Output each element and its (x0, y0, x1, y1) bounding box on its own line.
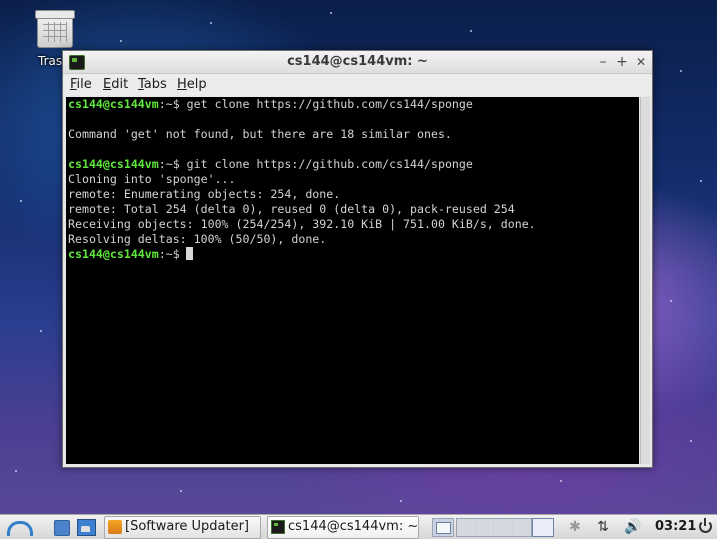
star (560, 480, 562, 482)
task-software-updater[interactable]: [Software Updater] (104, 516, 261, 539)
menu-file[interactable]: File (70, 77, 92, 92)
network-icon[interactable]: ⇅ (594, 518, 612, 536)
terminal-line: cs144@cs144vm:~$ git clone https://githu… (68, 157, 473, 172)
terminal-line: Cloning into 'sponge'... (68, 172, 236, 186)
task-label: [Software Updater] (125, 519, 250, 534)
task-terminal[interactable]: cs144@cs144vm: ~ (267, 516, 419, 539)
command-text: git clone https://github.com/cs144/spong… (179, 157, 473, 171)
star (670, 300, 672, 302)
desktop-icon (77, 519, 96, 536)
clock[interactable]: 03:21 (655, 519, 696, 534)
folder-icon (54, 520, 70, 536)
file-manager-button[interactable] (52, 517, 70, 537)
terminal-line: Resolving deltas: 100% (50/50), done. (68, 232, 327, 246)
desktop-icon-label: Tras (38, 54, 63, 68)
minimize-button[interactable]: – (594, 52, 612, 72)
menu-tabs[interactable]: Tabs (138, 77, 167, 92)
star (20, 200, 22, 202)
star (180, 490, 182, 492)
window-titlebar[interactable]: cs144@cs144vm: ~ – + ✕ (63, 51, 652, 74)
star (470, 30, 472, 32)
terminal-line: cs144@cs144vm:~$ (68, 247, 193, 262)
terminal-icon (271, 520, 285, 534)
terminal-line: Command 'get' not found, but there are 1… (68, 127, 452, 141)
prompt-path: :~$ (158, 97, 180, 111)
prompt-user: cs144@cs144vm (68, 247, 159, 261)
taskbar: [Software Updater] cs144@cs144vm: ~ ✱ ⇅ … (0, 514, 717, 539)
terminal-scrollbar[interactable] (640, 97, 650, 464)
star (330, 12, 332, 14)
prompt-user: cs144@cs144vm (68, 157, 159, 171)
trash-icon (35, 10, 75, 48)
workspace-active[interactable] (532, 518, 554, 537)
terminal-line: remote: Enumerating objects: 254, done. (68, 187, 341, 201)
close-button[interactable]: ✕ (632, 52, 650, 72)
terminal-line: remote: Total 254 (delta 0), reused 0 (d… (68, 202, 515, 216)
maximize-button[interactable]: + (613, 52, 631, 72)
show-desktop-button[interactable] (76, 517, 96, 537)
terminal-window[interactable]: cs144@cs144vm: ~ – + ✕ File Edit Tabs He… (62, 50, 653, 468)
terminal-line: cs144@cs144vm:~$ get clone https://githu… (68, 97, 473, 112)
menu-help[interactable]: Help (177, 77, 207, 92)
window-title: cs144@cs144vm: ~ (287, 54, 428, 69)
terminal-line: Receiving objects: 100% (254/254), 392.1… (68, 217, 536, 231)
star (15, 470, 17, 472)
workspace-pager[interactable] (456, 518, 532, 537)
task-label: cs144@cs144vm: ~ (288, 519, 419, 534)
lubuntu-logo-icon (7, 521, 33, 536)
star (680, 70, 682, 72)
logout-button[interactable] (697, 518, 713, 534)
star (40, 330, 42, 332)
command-text: get clone https://github.com/cs144/spong… (179, 97, 473, 111)
software-updater-icon (108, 520, 122, 534)
menu-bar: File Edit Tabs Help (63, 74, 652, 95)
star (210, 22, 212, 24)
star (400, 500, 402, 502)
text-cursor (185, 247, 193, 260)
workspace-1[interactable] (432, 518, 454, 537)
menu-edit[interactable]: Edit (103, 77, 128, 92)
start-menu-button[interactable] (4, 517, 33, 537)
volume-icon[interactable]: 🔊 (624, 518, 642, 536)
star (690, 440, 692, 442)
terminal-output[interactable]: cs144@cs144vm:~$ get clone https://githu… (66, 97, 639, 464)
prompt-path: :~$ (158, 157, 180, 171)
star (120, 40, 122, 42)
star (700, 180, 702, 182)
bluetooth-icon[interactable]: ✱ (566, 518, 584, 536)
prompt-user: cs144@cs144vm (68, 97, 159, 111)
prompt-path: :~$ (158, 247, 180, 261)
